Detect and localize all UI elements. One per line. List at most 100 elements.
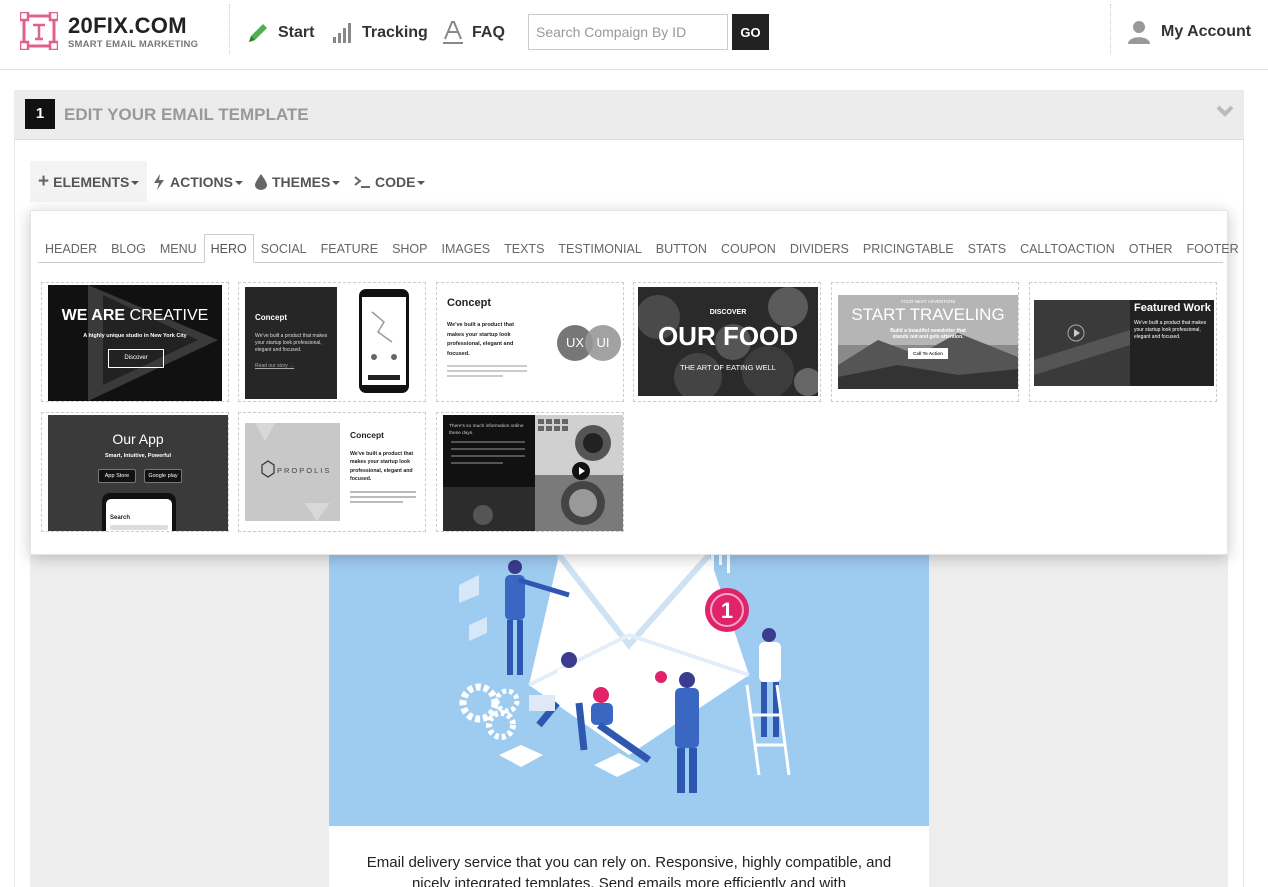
hero-template-concept-uxui[interactable]: Concept We've built a product that makes…: [436, 282, 624, 402]
hero-template-our-app[interactable]: Our App Smart, Intuitive, Powerful App S…: [41, 412, 229, 532]
google-play-badge: Google play: [144, 469, 182, 483]
caret-down-icon: [332, 180, 341, 185]
element-category-tabs: HEADER BLOG MENU HERO SOCIAL FEATURE SHOP IMAGE…: [38, 234, 1239, 263]
workspace-photo: [1034, 300, 1130, 386]
nav-faq-label: FAQ: [472, 24, 505, 41]
app-subtitle: Smart, Intuitive, Powerful: [104, 453, 171, 459]
code-menu-button[interactable]: CODE: [346, 161, 433, 202]
plus-icon: +: [38, 170, 50, 192]
app-store-badge: App Store: [98, 469, 136, 483]
hero-template-start-traveling[interactable]: YOUR NEXT ADVENTURE START TRAVELING Buil…: [831, 282, 1019, 402]
food-kicker: DISCOVER: [709, 309, 747, 316]
app-phone-mockup: Search: [102, 493, 176, 531]
tab-coupon[interactable]: COUPON: [714, 234, 783, 263]
step-title: EDIT YOUR EMAIL TEMPLATE: [64, 105, 309, 124]
team-illustration: 1: [459, 555, 791, 793]
chevron-down-icon[interactable]: [1216, 104, 1234, 118]
hero-template-our-food[interactable]: DISCOVER OUR FOOD THE ART OF EATING WELL: [633, 282, 821, 402]
logo-mark-icon: [20, 12, 58, 50]
nav-start[interactable]: Start: [246, 20, 314, 46]
my-account-label: My Account: [1161, 23, 1252, 40]
email-intro-text: Email delivery service that you can rely…: [366, 854, 892, 887]
elements-menu-button[interactable]: + ELEMENTS: [30, 161, 148, 202]
tab-calltoaction[interactable]: CALLTOACTION: [1013, 234, 1122, 263]
actions-label: ACTIONS: [170, 173, 233, 190]
tab-menu[interactable]: MENU: [153, 234, 204, 263]
brand-name: 20FIX.COM: [68, 13, 187, 38]
tab-texts[interactable]: TEXTS: [497, 234, 551, 263]
hero-template-propolis[interactable]: PROPOLIS Concept We've built a product t…: [238, 412, 426, 532]
elements-label: ELEMENTS: [53, 173, 130, 190]
nav-tracking-label: Tracking: [362, 24, 428, 41]
concept-body: We've built a product that makes your st…: [255, 333, 328, 353]
tab-testimonial[interactable]: TESTIMONIAL: [551, 234, 648, 263]
tab-footer[interactable]: FOOTER: [1180, 234, 1246, 263]
concept-link: Read our story →: [255, 363, 295, 369]
travel-title: START TRAVELING: [851, 305, 1005, 324]
tab-stats[interactable]: STATS: [961, 234, 1013, 263]
propolis-logo: PROPOLIS: [277, 466, 332, 475]
tab-social[interactable]: SOCIAL: [254, 234, 314, 263]
step-number: 1: [25, 99, 55, 129]
brand-logo[interactable]: 20FIX.COM SMART EMAIL MARKETING: [20, 12, 198, 50]
tab-feature[interactable]: FEATURE: [314, 234, 385, 263]
phone-mockup-icon: [359, 289, 409, 393]
caret-down-icon: [235, 180, 243, 185]
tab-blog[interactable]: BLOG: [104, 234, 153, 263]
email-text-block[interactable]: Email delivery service that you can rely…: [329, 826, 929, 887]
concept-title: Concept: [255, 313, 287, 322]
collage-photos: [443, 415, 623, 531]
app-title: Our App: [112, 431, 164, 447]
tab-other[interactable]: OTHER: [1122, 234, 1180, 263]
nav-tracking[interactable]: Tracking: [332, 20, 428, 46]
campaign-search-input[interactable]: [528, 14, 728, 50]
app-phone-search: Search: [110, 515, 131, 521]
food-subtitle: THE ART OF EATING WELL: [680, 363, 776, 372]
themes-menu-button[interactable]: THEMES: [247, 161, 348, 202]
tab-dividers[interactable]: DIVIDERS: [783, 234, 856, 263]
uxui-title: Concept: [447, 297, 491, 309]
featured-title: Featured Work: [1134, 302, 1211, 314]
pencil-icon: [249, 24, 267, 42]
travel-cta-button: Call To Action: [908, 348, 948, 359]
step-panel-header[interactable]: 1 EDIT YOUR EMAIL TEMPLATE: [14, 90, 1244, 140]
code-label: CODE: [375, 173, 416, 190]
creative-discover-button: Discover: [108, 349, 164, 368]
tab-pricingtable[interactable]: PRICINGTABLE: [856, 234, 961, 263]
search-go-button[interactable]: GO: [732, 14, 769, 50]
tab-button[interactable]: BUTTON: [649, 234, 714, 263]
tab-hero[interactable]: HERO: [203, 234, 254, 263]
user-icon: [1128, 21, 1150, 44]
tab-header[interactable]: HEADER: [38, 234, 104, 263]
hero-template-concept-phone[interactable]: Concept We've built a product that makes…: [238, 282, 426, 402]
propolis-title: Concept: [350, 430, 384, 440]
travel-kicker: YOUR NEXT ADVENTURE: [900, 299, 956, 304]
triangle-decor: [88, 285, 218, 401]
text-icon: [443, 21, 463, 44]
hero-template-creative[interactable]: WE ARE CREATIVE A highly unique studio i…: [41, 282, 229, 402]
food-title: OUR FOOD: [657, 321, 799, 351]
email-hero-illustration[interactable]: 1: [329, 555, 929, 826]
propolis-text-lines: [350, 491, 416, 506]
uxui-body: We've built a product that makes your st…: [447, 322, 514, 357]
tab-shop[interactable]: SHOP: [385, 234, 434, 263]
my-account-menu[interactable]: My Account: [1127, 19, 1251, 45]
caret-down-icon: [417, 180, 426, 185]
featured-body: We've built a product that makes your st…: [1134, 320, 1207, 340]
themes-label: THEMES: [272, 173, 331, 190]
hero-template-featured-work[interactable]: Featured Work We've built a product that…: [1029, 282, 1217, 402]
actions-menu-button[interactable]: ACTIONS: [145, 161, 251, 202]
terminal-icon: [354, 175, 370, 188]
notification-count: 1: [721, 598, 733, 623]
travel-body: Build a beautiful newsletter that stands…: [890, 328, 966, 340]
brand-tagline: SMART EMAIL MARKETING: [68, 39, 199, 50]
nav-faq[interactable]: FAQ: [442, 20, 505, 46]
bar-chart-icon: [333, 23, 351, 43]
hero-template-dark-collage[interactable]: There's so much information online these…: [436, 412, 624, 532]
elements-dropdown-panel: HEADER BLOG MENU HERO SOCIAL FEATURE SHOP IMAGE…: [30, 210, 1239, 555]
caret-down-icon: [131, 180, 140, 185]
creative-title-light: CREATIVE: [129, 307, 209, 324]
bolt-icon: [154, 173, 164, 190]
creative-title-bold: WE ARE: [61, 307, 126, 324]
tab-images[interactable]: IMAGES: [435, 234, 498, 263]
